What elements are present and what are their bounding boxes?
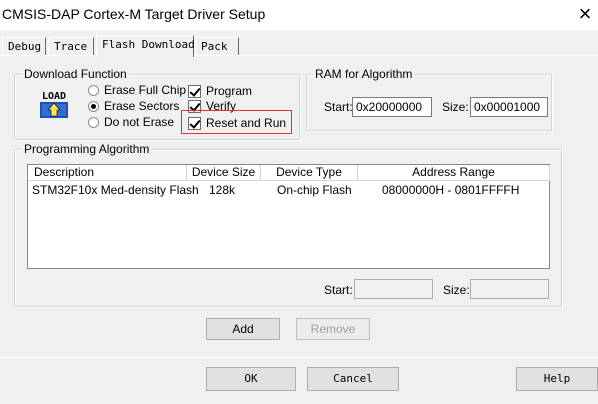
- algo-size-field[interactable]: [470, 279, 549, 299]
- col-device-type[interactable]: Device Type: [261, 165, 358, 181]
- algorithm-table: Description Device Size Device Type Addr…: [27, 164, 550, 269]
- cancel-button[interactable]: Cancel: [307, 367, 399, 391]
- table-row[interactable]: STM32F10x Med-density Flash 128k On-chip…: [28, 182, 549, 198]
- reset-and-run-label[interactable]: Reset and Run: [206, 116, 286, 130]
- help-button[interactable]: Help: [516, 367, 598, 391]
- col-device-size[interactable]: Device Size: [187, 165, 261, 181]
- algo-start-label: Start:: [324, 283, 353, 297]
- program-label[interactable]: Program: [206, 84, 252, 98]
- table-header: Description Device Size Device Type Addr…: [28, 165, 550, 181]
- col-description[interactable]: Description: [34, 165, 187, 181]
- erase-sectors-label[interactable]: Erase Sectors: [104, 99, 179, 113]
- erase-full-chip-radio[interactable]: [88, 85, 99, 96]
- load-icon-graphic: LOAD: [37, 88, 71, 120]
- verify-label[interactable]: Verify: [206, 99, 236, 113]
- reset-and-run-checkbox[interactable]: [188, 117, 201, 130]
- do-not-erase-label[interactable]: Do not Erase: [104, 115, 174, 129]
- tab-pack[interactable]: Pack: [195, 37, 239, 56]
- program-checkbox[interactable]: [188, 85, 201, 98]
- tab-flash-download[interactable]: Flash Download: [96, 35, 195, 57]
- ram-start-label: Start:: [324, 100, 353, 114]
- do-not-erase-radio[interactable]: [88, 117, 99, 128]
- ram-size-label: Size:: [442, 100, 469, 114]
- close-icon[interactable]: ×: [572, 0, 598, 30]
- algo-size-label: Size:: [443, 283, 470, 297]
- algo-start-field[interactable]: [354, 279, 433, 299]
- verify-checkbox[interactable]: [188, 100, 201, 113]
- ok-button[interactable]: OK: [206, 367, 296, 391]
- remove-button[interactable]: Remove: [296, 318, 370, 340]
- load-icon-text: LOAD: [42, 91, 66, 102]
- title-bar: CMSIS-DAP Cortex-M Target Driver Setup ×: [0, 0, 598, 30]
- load-icon: LOAD: [37, 88, 71, 120]
- ram-for-algorithm-label: RAM for Algorithm: [313, 67, 415, 81]
- row-device-size: 128k: [209, 183, 236, 197]
- tab-trace[interactable]: Trace: [48, 37, 94, 56]
- add-button[interactable]: Add: [206, 318, 280, 340]
- erase-sectors-radio[interactable]: [88, 101, 99, 112]
- window-title: CMSIS-DAP Cortex-M Target Driver Setup: [2, 6, 266, 22]
- tab-strip: Debug Trace Flash Download Pack: [0, 35, 598, 57]
- row-description: STM32F10x Med-density Flash: [32, 183, 199, 197]
- row-device-type: On-chip Flash: [277, 183, 352, 197]
- footer-divider: [0, 357, 598, 358]
- col-address-range[interactable]: Address Range: [358, 165, 550, 181]
- row-address-range: 08000000H - 0801FFFFH: [382, 183, 520, 197]
- erase-full-chip-label[interactable]: Erase Full Chip: [104, 83, 186, 97]
- programming-algorithm-label: Programming Algorithm: [22, 142, 152, 156]
- ram-start-field[interactable]: 0x20000000: [352, 97, 432, 117]
- download-function-label: Download Function: [22, 67, 129, 81]
- tab-debug[interactable]: Debug: [2, 37, 46, 56]
- ram-size-field[interactable]: 0x00001000: [470, 97, 548, 117]
